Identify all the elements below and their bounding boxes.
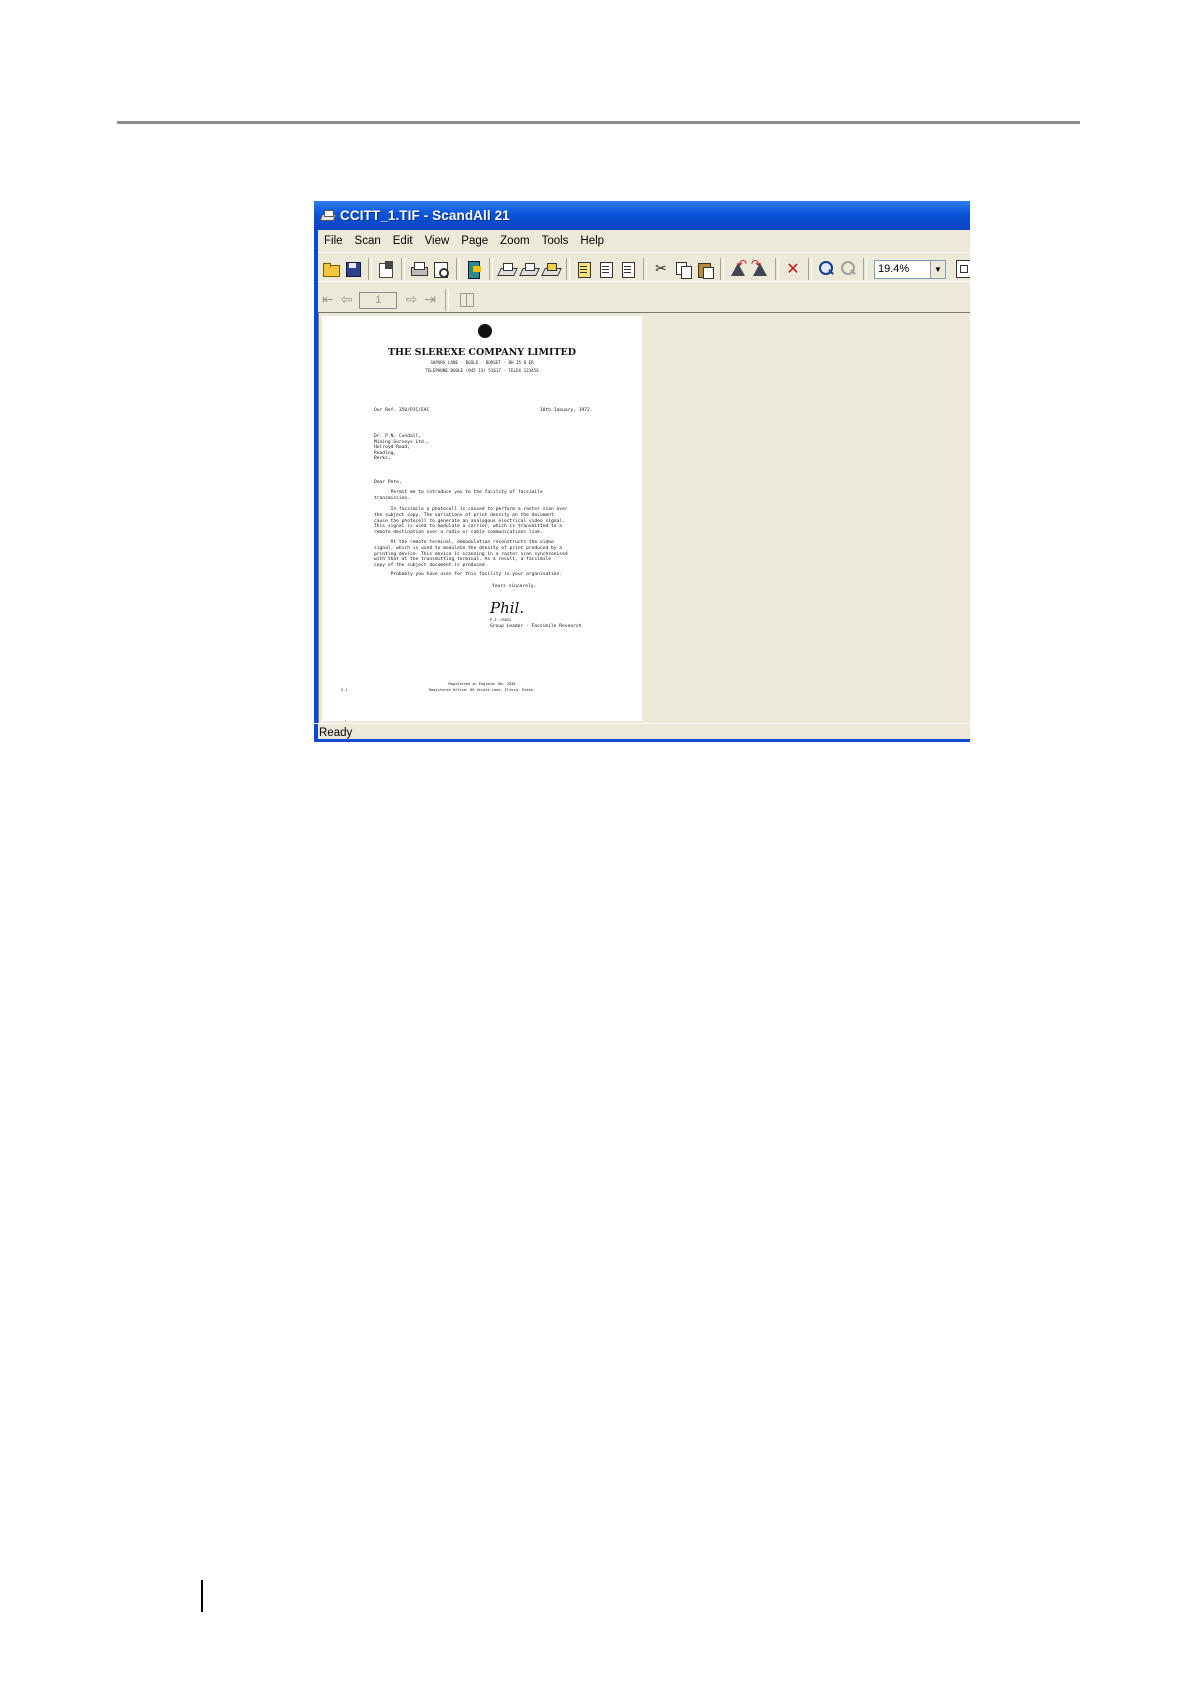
scan-settings-icon[interactable] [542,260,560,278]
salutation: Dear Pete, [374,480,402,485]
menu-zoom[interactable]: Zoom [494,235,535,247]
toolbar-separator [401,258,405,280]
main-toolbar: 19.4% ▼ [314,252,970,282]
toolbar-separator [775,258,779,280]
insert-page-icon[interactable] [575,260,593,278]
delete-icon[interactable] [784,260,802,278]
image-viewer[interactable]: THE SLEREXE COMPANY LIMITED SAPORS LANE … [318,312,970,723]
zoom-select[interactable]: 19.4% ▼ [874,259,946,279]
print-preview-icon[interactable] [432,260,450,278]
signature: Phil. [490,599,525,617]
toolbar-separator [863,258,867,280]
scanner-icon [320,209,336,223]
letter-paragraph: Probably you have uses for this facility… [374,572,563,577]
toolbar-separator [456,258,460,280]
scan-icon[interactable] [498,260,516,278]
status-text: Ready [319,727,353,739]
document-page: THE SLEREXE COMPANY LIMITED SAPORS LANE … [322,316,642,721]
recipient-address: Dr. P.N. Cundall, Mining Surveys Ltd., H… [374,434,430,462]
previous-page-icon[interactable]: ⇦ [341,292,353,308]
signer-title: Group Leader - Facsimile Research [490,624,582,629]
rotate-left-icon[interactable] [729,258,747,278]
menu-view[interactable]: View [419,235,456,247]
letter-date: 18th January, 1972. [540,408,593,413]
zoom-in-icon[interactable] [817,260,835,278]
letter-paragraph: Permit me to introduce you to the facili… [374,490,543,501]
letter-paragraph: At the remote terminal, demodulation rec… [374,540,568,569]
fit-page-icon[interactable] [956,260,970,278]
paste-icon[interactable] [696,260,714,279]
save-icon[interactable] [344,260,362,278]
letterhead-address: SAPORS LANE · BOOLE · DORSET · BH 25 8 E… [430,360,534,365]
page-nav-toolbar: ⇤ ⇦ 1 ⇨ ⇥ [314,281,970,313]
window-frame-bottom [314,739,970,742]
page-top-rule [117,121,1080,124]
menu-help[interactable]: Help [574,235,610,247]
print-icon[interactable] [410,260,428,278]
toolbar-separator [489,258,493,280]
company-logo-icon [478,324,492,338]
menu-file[interactable]: File [314,235,349,247]
toolbar-separator [566,258,570,280]
replace-page-icon[interactable] [619,260,637,278]
menu-edit[interactable]: Edit [387,235,419,247]
toolbar-separator [444,289,449,311]
page-view-icon[interactable] [459,293,474,307]
letterhead-telephone: TELEPHONE BOOLE (945 13) 51617 · TELEX 1… [425,368,539,373]
first-page-icon[interactable]: ⇤ [322,292,334,308]
chevron-down-icon[interactable]: ▼ [930,260,945,278]
toolbar-separator [808,258,812,280]
menu-page[interactable]: Page [455,235,494,247]
letter-paragraph: In facsimile a photocell is caused to pe… [374,507,568,536]
exit-icon[interactable] [465,260,483,279]
append-page-icon[interactable] [597,260,615,278]
letter-reference: Our Ref. 350/PJC/EAC [374,408,430,413]
page-mark: S-1 [341,688,348,692]
cut-icon[interactable] [652,260,670,278]
zoom-out-icon[interactable] [839,260,857,278]
window-title: CCITT_1.TIF - ScandAll 21 [340,208,510,223]
menu-scan[interactable]: Scan [349,235,387,247]
copy-icon[interactable] [674,260,692,279]
toolbar-separator [368,258,372,280]
title-bar[interactable]: CCITT_1.TIF - ScandAll 21 [314,201,970,230]
letter-closing: Yours sincerely, [492,584,537,589]
zoom-value: 19.4% [878,263,910,275]
last-page-icon[interactable]: ⇥ [424,292,436,308]
menu-bar: File Scan Edit View Page Zoom Tools Help [314,230,970,251]
open-folder-icon[interactable] [322,260,340,278]
toolbar-separator [643,258,647,280]
scan-batch-icon[interactable] [520,260,538,278]
menu-tools[interactable]: Tools [536,235,575,247]
letter-footer: Registered in England: No. 2038 [448,682,516,686]
signer-name: P.J. CROSS [490,618,512,622]
properties-icon[interactable] [377,260,395,278]
toolbar-separator [720,258,724,280]
letter-footer: Registered Office: 60 Vicara Lane, Ilfor… [428,688,536,692]
rotate-right-icon[interactable] [751,258,769,278]
letterhead-title: THE SLEREXE COMPANY LIMITED [387,347,576,358]
page-number-input[interactable]: 1 [359,291,398,309]
next-page-icon[interactable]: ⇨ [405,292,417,308]
app-window: CCITT_1.TIF - ScandAll 21 File Scan Edit… [314,201,970,742]
margin-bar [201,1580,203,1612]
